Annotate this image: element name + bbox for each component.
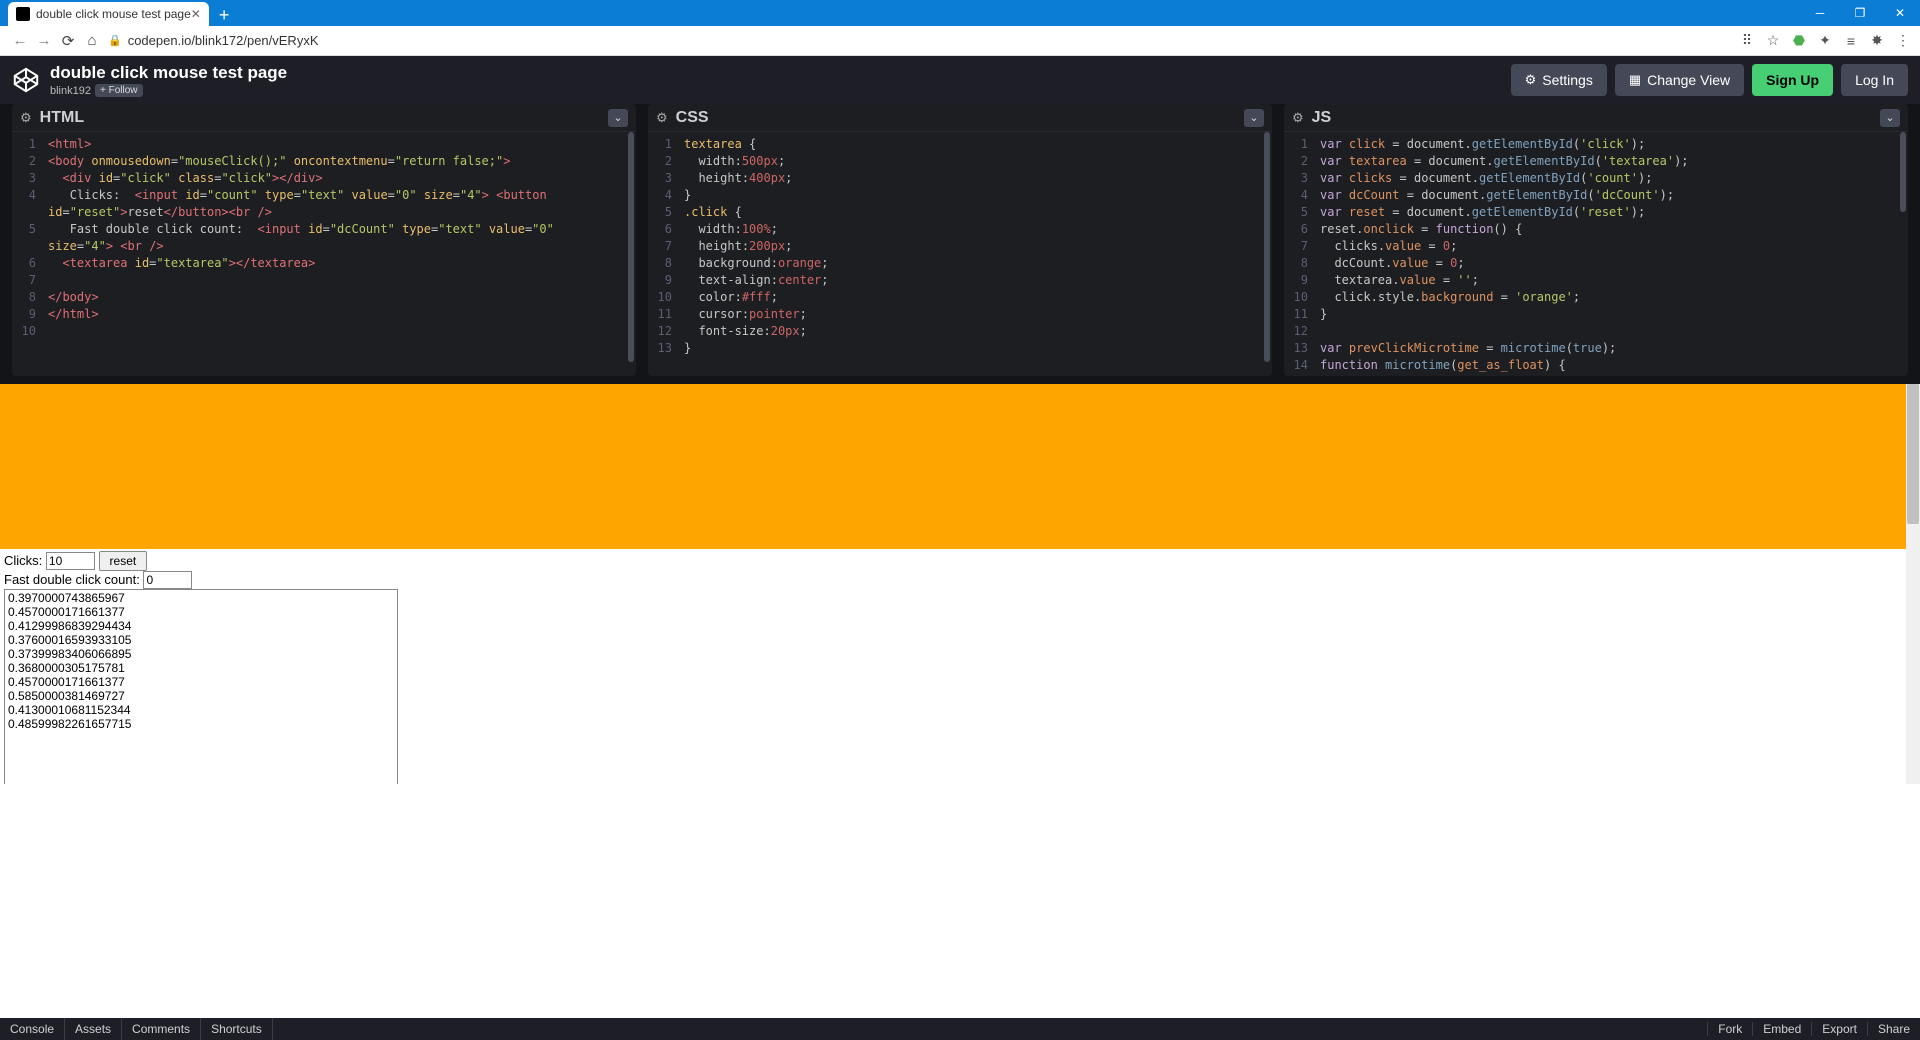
code-content[interactable]: <html> <body onmousedown="mouseClick();"…: [42, 132, 636, 376]
close-window-icon[interactable]: ✕: [1880, 0, 1920, 26]
layout-icon: ▦: [1629, 72, 1641, 88]
back-icon[interactable]: ←: [8, 29, 32, 53]
scrollbar-thumb[interactable]: [1900, 132, 1906, 212]
gear-icon: ⚙: [1525, 72, 1537, 88]
scrollbar-thumb[interactable]: [1907, 384, 1919, 524]
preview-scrollbar[interactable]: [1906, 384, 1920, 784]
code-content[interactable]: var click = document.getElementById('cli…: [1314, 132, 1908, 376]
gear-icon[interactable]: ⚙: [1292, 110, 1304, 126]
reload-icon[interactable]: ⟳: [56, 29, 80, 53]
gear-icon[interactable]: ⚙: [656, 110, 668, 126]
panel-title: CSS: [676, 109, 709, 127]
chevron-down-icon[interactable]: ⌄: [608, 109, 628, 127]
login-button[interactable]: Log In: [1841, 64, 1908, 96]
line-gutter: 12345678910: [12, 132, 42, 376]
maximize-icon[interactable]: ❐: [1840, 0, 1880, 26]
tab-title: double click mouse test page: [36, 7, 191, 21]
url-field[interactable]: 🔒 codepen.io/blink172/pen/vERyxK: [104, 33, 1738, 48]
list-icon[interactable]: ≡: [1842, 32, 1860, 50]
browser-tab[interactable]: double click mouse test page ✕: [8, 2, 209, 26]
css-editor[interactable]: 12345678910111213 textarea { width:500px…: [648, 132, 1272, 376]
translate-icon[interactable]: ⠿: [1738, 32, 1756, 50]
puzzle-icon[interactable]: ✦: [1816, 32, 1834, 50]
extension-icon[interactable]: ⬣: [1790, 32, 1808, 50]
code-content[interactable]: textarea { width:500px; height:400px; } …: [678, 132, 1272, 376]
tab-close-icon[interactable]: ✕: [191, 7, 201, 21]
settings-button[interactable]: ⚙Settings: [1511, 64, 1607, 96]
chevron-down-icon[interactable]: ⌄: [1244, 109, 1264, 127]
panel-title: HTML: [40, 109, 84, 127]
lock-icon: 🔒: [108, 34, 122, 47]
url-text: codepen.io/blink172/pen/vERyxK: [128, 33, 319, 48]
follow-button[interactable]: + Follow: [95, 84, 143, 97]
clicks-input[interactable]: [46, 552, 95, 570]
codepen-logo-icon[interactable]: [12, 66, 40, 94]
panel-header: ⚙ CSS ⌄: [648, 104, 1272, 132]
signup-button[interactable]: Sign Up: [1752, 64, 1833, 96]
console-tab[interactable]: Console: [0, 1018, 65, 1040]
pen-author[interactable]: blink192: [50, 85, 91, 97]
shortcuts-tab[interactable]: Shortcuts: [201, 1018, 273, 1040]
gear-icon[interactable]: ⚙: [20, 110, 32, 126]
panel-header: ⚙ JS ⌄: [1284, 104, 1908, 132]
fast-double-label: Fast double click count:: [4, 572, 140, 587]
panel-title: JS: [1312, 109, 1332, 127]
browser-tab-bar: double click mouse test page ✕ + ─ ❐ ✕: [0, 0, 1920, 26]
html-panel: ⚙ HTML ⌄ 12345678910 <html> <body onmous…: [12, 104, 636, 376]
reset-button[interactable]: reset: [99, 551, 148, 571]
bookmark-icon[interactable]: ☆: [1764, 32, 1782, 50]
assets-tab[interactable]: Assets: [65, 1018, 122, 1040]
comments-tab[interactable]: Comments: [122, 1018, 201, 1040]
click-target-area[interactable]: [0, 384, 1920, 549]
clicks-label: Clicks:: [4, 553, 42, 568]
minimize-icon[interactable]: ─: [1800, 0, 1840, 26]
star-ext-icon[interactable]: ✸: [1868, 32, 1886, 50]
log-textarea[interactable]: 0.3970000743865967 0.4570000171661377 0.…: [4, 589, 398, 784]
codepen-footer: Console Assets Comments Shortcuts Fork E…: [0, 1018, 1920, 1040]
scrollbar-thumb[interactable]: [1264, 132, 1270, 362]
new-tab-button[interactable]: +: [209, 5, 240, 26]
pen-title: double click mouse test page: [50, 63, 287, 83]
change-view-button[interactable]: ▦Change View: [1615, 64, 1744, 96]
forward-icon[interactable]: →: [32, 29, 56, 53]
js-panel: ⚙ JS ⌄ 123456789101112131415 var click =…: [1284, 104, 1908, 376]
line-gutter: 123456789101112131415: [1284, 132, 1314, 376]
home-icon[interactable]: ⌂: [80, 29, 104, 53]
codepen-header: double click mouse test page blink192 + …: [0, 56, 1920, 104]
js-editor[interactable]: 123456789101112131415 var click = docume…: [1284, 132, 1908, 376]
line-gutter: 12345678910111213: [648, 132, 678, 376]
share-button[interactable]: Share: [1867, 1022, 1920, 1036]
address-bar: ← → ⟳ ⌂ 🔒 codepen.io/blink172/pen/vERyxK…: [0, 26, 1920, 56]
css-panel: ⚙ CSS ⌄ 12345678910111213 textarea { wid…: [648, 104, 1272, 376]
editor-row: ⚙ HTML ⌄ 12345678910 <html> <body onmous…: [0, 104, 1920, 384]
html-editor[interactable]: 12345678910 <html> <body onmousedown="mo…: [12, 132, 636, 376]
scrollbar-thumb[interactable]: [628, 132, 634, 362]
tab-favicon: [16, 7, 30, 21]
fast-count-input[interactable]: [143, 571, 192, 589]
embed-button[interactable]: Embed: [1752, 1022, 1811, 1036]
fork-button[interactable]: Fork: [1707, 1022, 1752, 1036]
panel-header: ⚙ HTML ⌄: [12, 104, 636, 132]
window-controls: ─ ❐ ✕: [1800, 0, 1920, 26]
chevron-down-icon[interactable]: ⌄: [1880, 109, 1900, 127]
menu-icon[interactable]: ⋮: [1894, 32, 1912, 50]
export-button[interactable]: Export: [1811, 1022, 1867, 1036]
preview-pane: Clicks: reset Fast double click count: 0…: [0, 384, 1920, 784]
